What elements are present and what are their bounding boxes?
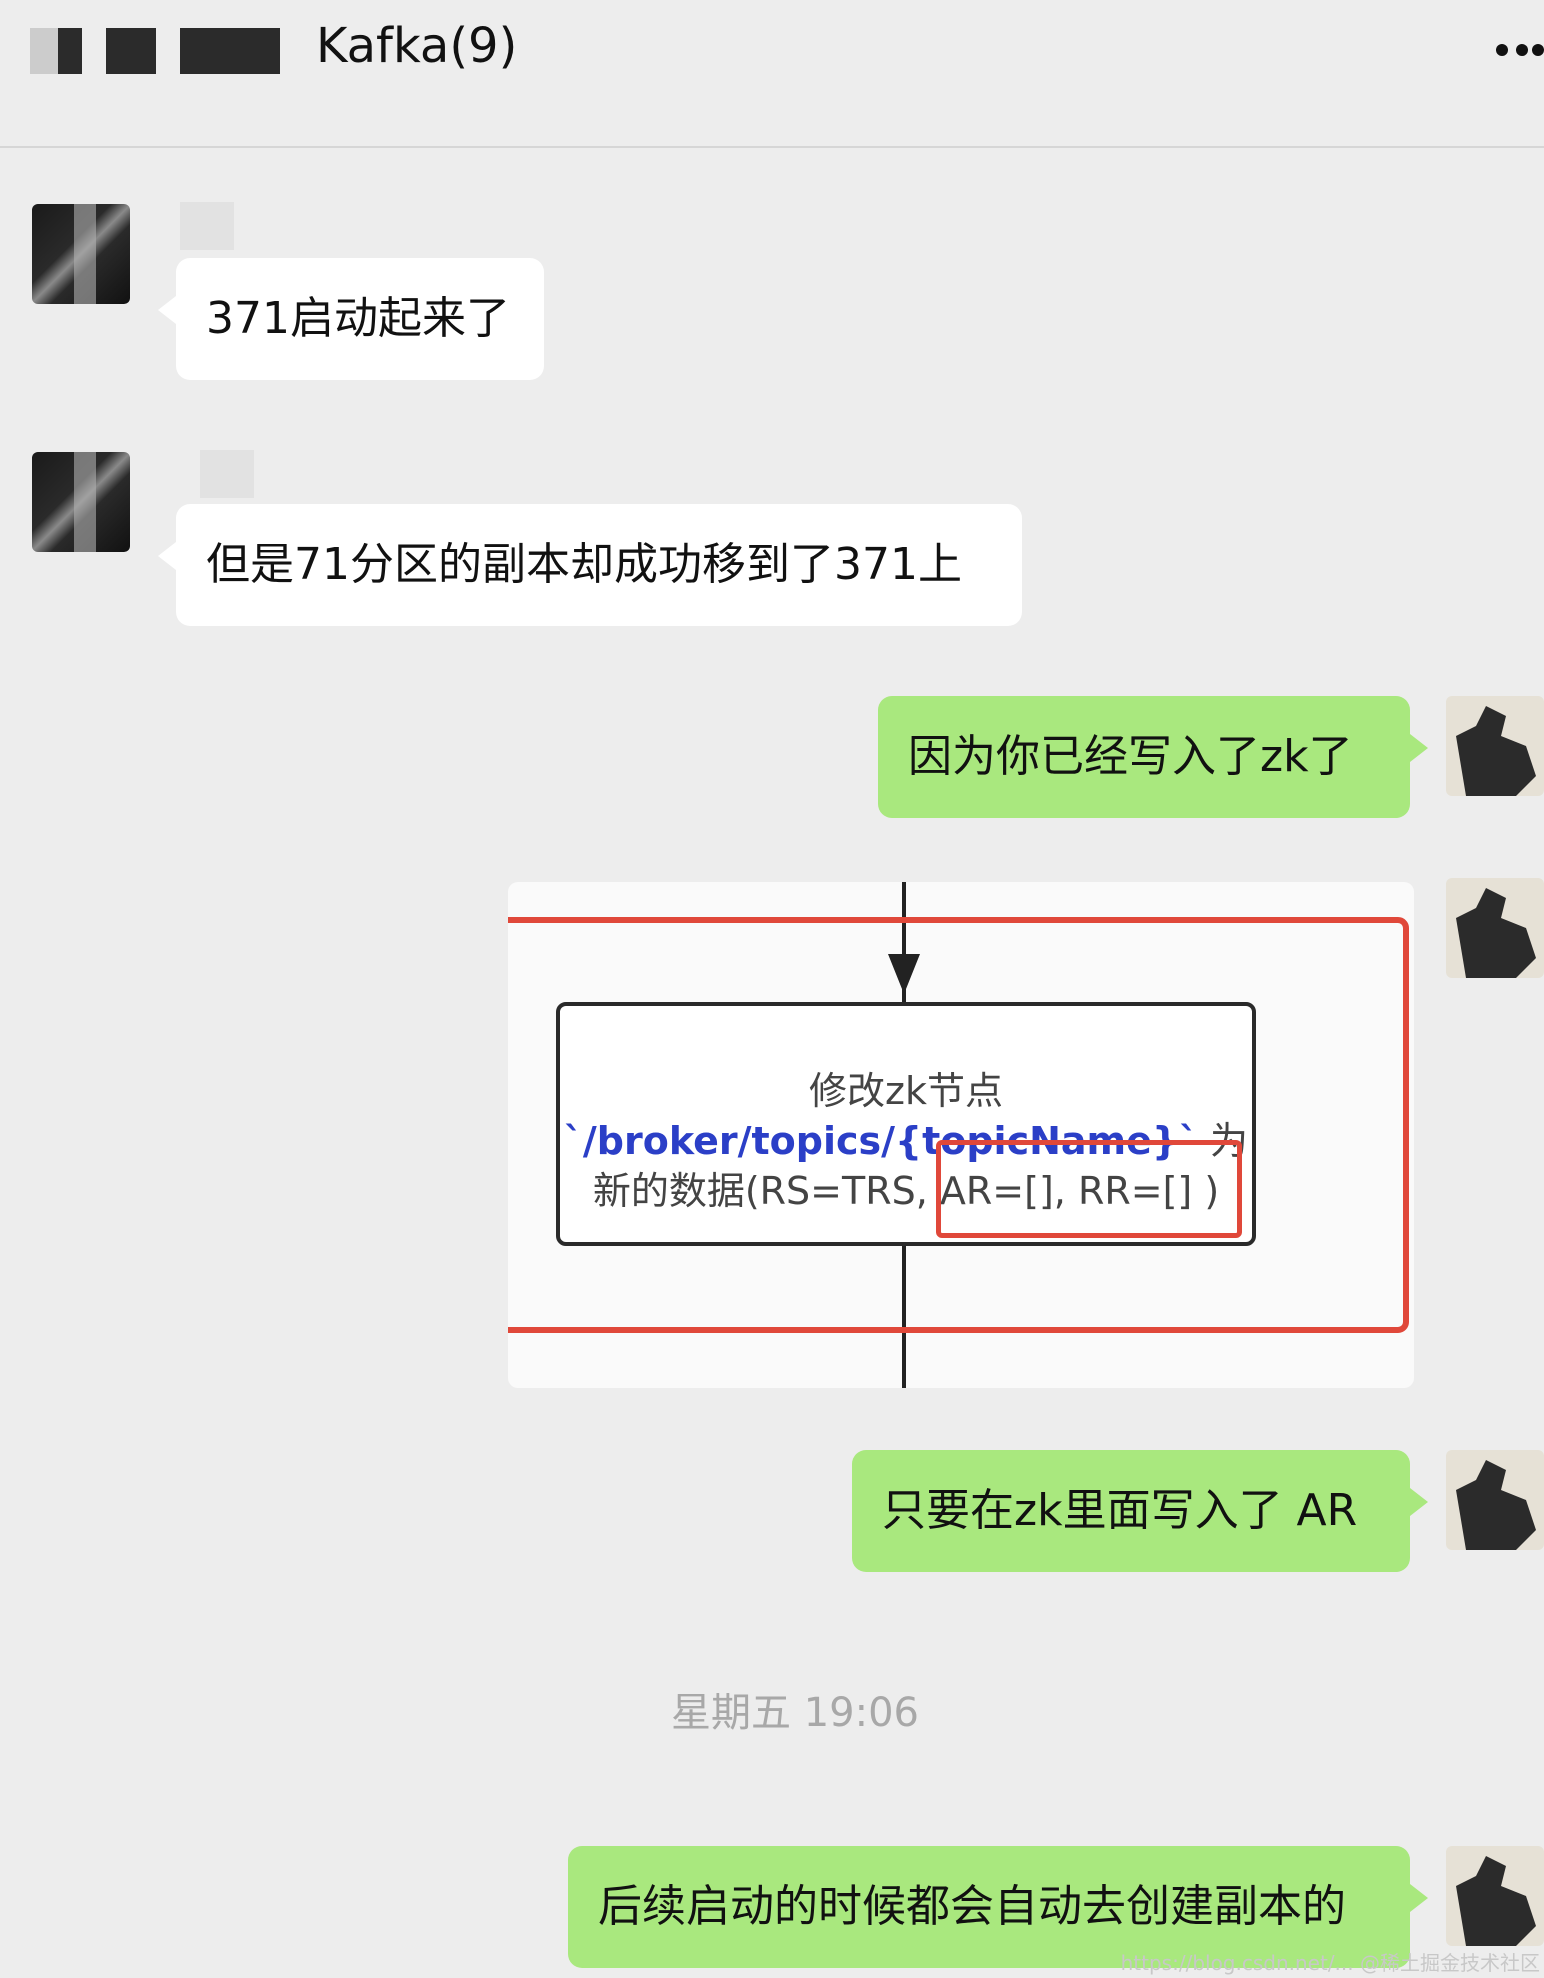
contact-avatar[interactable]: [32, 204, 130, 304]
message-bubble[interactable]: 但是71分区的副本却成功移到了371上: [158, 504, 1022, 626]
contact-avatar[interactable]: [32, 452, 130, 552]
more-dots-icon[interactable]: [1496, 44, 1544, 56]
blurred-sender-name: [180, 202, 234, 250]
watermark: https://blog.csdn.net/... @稀土掘金技术社区: [1120, 1951, 1540, 1975]
blurred-sender-name: [200, 450, 254, 498]
chat-header: Kafka(9): [0, 0, 1544, 148]
blurred-name: [58, 28, 82, 74]
my-avatar[interactable]: [1446, 1846, 1544, 1946]
flow-node-line1: 修改zk节点: [809, 1069, 1003, 1113]
chat-timestamp: 星期五 19:06: [671, 1690, 919, 1736]
message-text: 后续启动的时候都会自动去创建副本的: [598, 1881, 1346, 1932]
my-avatar[interactable]: [1446, 878, 1544, 978]
message-text: 但是71分区的副本却成功移到了371上: [206, 539, 962, 590]
chat-title[interactable]: Kafka(9): [316, 18, 517, 74]
image-message[interactable]: 修改zk节点 `/broker/topics/{topicName}` 为 新的…: [508, 882, 1414, 1388]
message-bubble[interactable]: 371启动起来了: [158, 258, 544, 380]
highlight-box: [936, 1140, 1242, 1238]
message-bubble[interactable]: 因为你已经写入了zk了: [878, 696, 1428, 818]
blurred-name: [30, 28, 58, 74]
message-text: 只要在zk里面写入了 AR: [882, 1485, 1358, 1536]
my-avatar[interactable]: [1446, 1450, 1544, 1550]
message-text: 因为你已经写入了zk了: [908, 731, 1353, 782]
blurred-name: [106, 28, 156, 74]
blurred-name: [180, 28, 280, 74]
message-text: 371启动起来了: [206, 293, 510, 344]
message-bubble[interactable]: 只要在zk里面写入了 AR: [852, 1450, 1428, 1572]
my-avatar[interactable]: [1446, 696, 1544, 796]
